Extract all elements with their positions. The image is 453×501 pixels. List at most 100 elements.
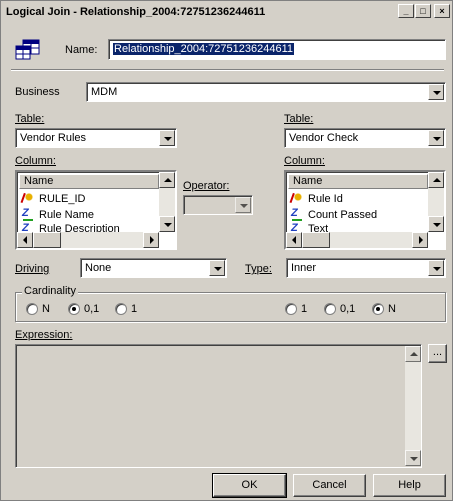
- driving-select[interactable]: None: [80, 258, 227, 278]
- radio-label: 0,1: [340, 303, 356, 315]
- separator: [11, 69, 444, 71]
- type-label: Type:: [245, 263, 272, 275]
- list-item-label: Rule Id: [308, 193, 343, 205]
- cardinality-left-1-radio[interactable]: 1: [115, 303, 137, 315]
- cardinality-label: Cardinality: [22, 285, 78, 297]
- scroll-left-icon[interactable]: [286, 232, 302, 248]
- vertical-scrollbar[interactable]: [428, 172, 444, 232]
- list-item[interactable]: Rule Id: [290, 191, 343, 207]
- radio-circle: [372, 303, 384, 315]
- expression-editor[interactable]: [15, 344, 422, 468]
- list-item-label: Rule Description: [39, 223, 120, 232]
- scroll-left-icon[interactable]: [17, 232, 33, 248]
- scroll-down-icon[interactable]: [159, 216, 175, 232]
- scroll-up-icon[interactable]: [405, 346, 421, 362]
- cardinality-right-01-radio[interactable]: 0,1: [324, 303, 355, 315]
- radio-circle: [115, 303, 127, 315]
- list-item-label: Text: [308, 223, 329, 232]
- left-table-select[interactable]: Vendor Rules: [15, 128, 177, 148]
- chevron-down-icon: [235, 197, 251, 213]
- cardinality-right-1-radio[interactable]: 1: [285, 303, 307, 315]
- title-bar: Logical Join - Relationship_2004:7275123…: [3, 3, 450, 21]
- list-item-label: RULE_ID: [39, 193, 86, 205]
- list-item-label: Rule Name: [39, 209, 95, 221]
- driving-label: Driving: [15, 263, 50, 275]
- list-item[interactable]: Rule Name: [21, 207, 94, 223]
- vertical-scrollbar[interactable]: [405, 346, 421, 466]
- expression-builder-button[interactable]: ...: [428, 344, 447, 363]
- left-column-label: Column:: [15, 155, 56, 167]
- maximize-button[interactable]: □: [415, 4, 431, 18]
- right-table-label: Table:: [284, 113, 314, 125]
- text-column-icon: [290, 207, 304, 222]
- business-label: Business: [15, 86, 60, 98]
- operator-label: Operator:: [183, 180, 230, 192]
- type-value: Inner: [291, 262, 317, 274]
- chevron-down-icon[interactable]: [209, 260, 225, 276]
- ok-button[interactable]: OK: [212, 473, 287, 498]
- cardinality-right-n-radio[interactable]: N: [372, 303, 396, 315]
- name-input[interactable]: Relationship_2004:72751236244611: [108, 39, 446, 60]
- chevron-down-icon[interactable]: [428, 84, 444, 100]
- operator-select: [183, 195, 253, 215]
- expression-label: Expression:: [15, 329, 73, 341]
- text-column-icon: [290, 223, 304, 232]
- chevron-down-icon[interactable]: [159, 130, 175, 146]
- name-input-value: Relationship_2004:72751236244611: [113, 43, 295, 55]
- radio-label: 1: [131, 303, 138, 315]
- radio-circle: [285, 303, 297, 315]
- scroll-thumb[interactable]: [33, 232, 61, 248]
- business-select[interactable]: MDM: [86, 82, 446, 102]
- list-item[interactable]: RULE_ID: [21, 191, 85, 207]
- scroll-up-icon[interactable]: [159, 172, 175, 188]
- text-column-icon: [21, 207, 35, 222]
- radio-label: 1: [301, 303, 308, 315]
- key-icon: [21, 192, 35, 206]
- left-column-list[interactable]: Name RULE_ID Rule Name Rule Description: [15, 170, 177, 250]
- vertical-scrollbar[interactable]: [159, 172, 175, 232]
- list-item[interactable]: Rule Description: [21, 223, 120, 232]
- cardinality-left-n-radio[interactable]: N: [26, 303, 50, 315]
- business-select-value: MDM: [91, 86, 118, 98]
- help-button[interactable]: Help: [373, 474, 446, 497]
- radio-circle: [324, 303, 336, 315]
- right-table-select[interactable]: Vendor Check: [284, 128, 446, 148]
- chevron-down-icon[interactable]: [428, 260, 444, 276]
- scroll-up-icon[interactable]: [428, 172, 444, 188]
- list-item[interactable]: Text: [290, 223, 328, 232]
- logical-join-icon: [15, 39, 41, 61]
- close-button[interactable]: ×: [434, 4, 450, 18]
- right-column-list[interactable]: Name Rule Id Count Passed Text: [284, 170, 446, 250]
- key-icon: [290, 192, 304, 206]
- cardinality-left-01-radio[interactable]: 0,1: [68, 303, 99, 315]
- radio-label: N: [42, 303, 50, 315]
- scroll-right-icon[interactable]: [143, 232, 159, 248]
- cancel-button[interactable]: Cancel: [293, 474, 366, 497]
- scroll-down-icon[interactable]: [405, 450, 421, 466]
- left-table-label: Table:: [15, 113, 45, 125]
- scroll-right-icon[interactable]: [412, 232, 428, 248]
- name-label: Name:: [65, 44, 98, 56]
- chevron-down-icon[interactable]: [428, 130, 444, 146]
- right-table-value: Vendor Check: [289, 132, 359, 144]
- window-title: Logical Join - Relationship_2004:7275123…: [6, 6, 266, 18]
- scroll-down-icon[interactable]: [428, 216, 444, 232]
- left-column-header[interactable]: Name: [19, 174, 159, 189]
- right-column-label: Column:: [284, 155, 325, 167]
- radio-label: 0,1: [84, 303, 100, 315]
- minimize-button[interactable]: _: [398, 4, 414, 18]
- logical-join-dialog: Logical Join - Relationship_2004:7275123…: [0, 0, 453, 501]
- left-table-value: Vendor Rules: [20, 132, 87, 144]
- radio-label: N: [388, 303, 396, 315]
- horizontal-scrollbar[interactable]: [17, 232, 159, 248]
- radio-circle: [26, 303, 38, 315]
- list-item[interactable]: Count Passed: [290, 207, 377, 223]
- driving-value: None: [85, 262, 112, 274]
- scroll-thumb[interactable]: [302, 232, 330, 248]
- text-column-icon: [21, 223, 35, 232]
- type-select[interactable]: Inner: [286, 258, 446, 278]
- list-item-label: Count Passed: [308, 209, 378, 221]
- right-column-header[interactable]: Name: [288, 174, 428, 189]
- radio-circle: [68, 303, 80, 315]
- horizontal-scrollbar[interactable]: [286, 232, 428, 248]
